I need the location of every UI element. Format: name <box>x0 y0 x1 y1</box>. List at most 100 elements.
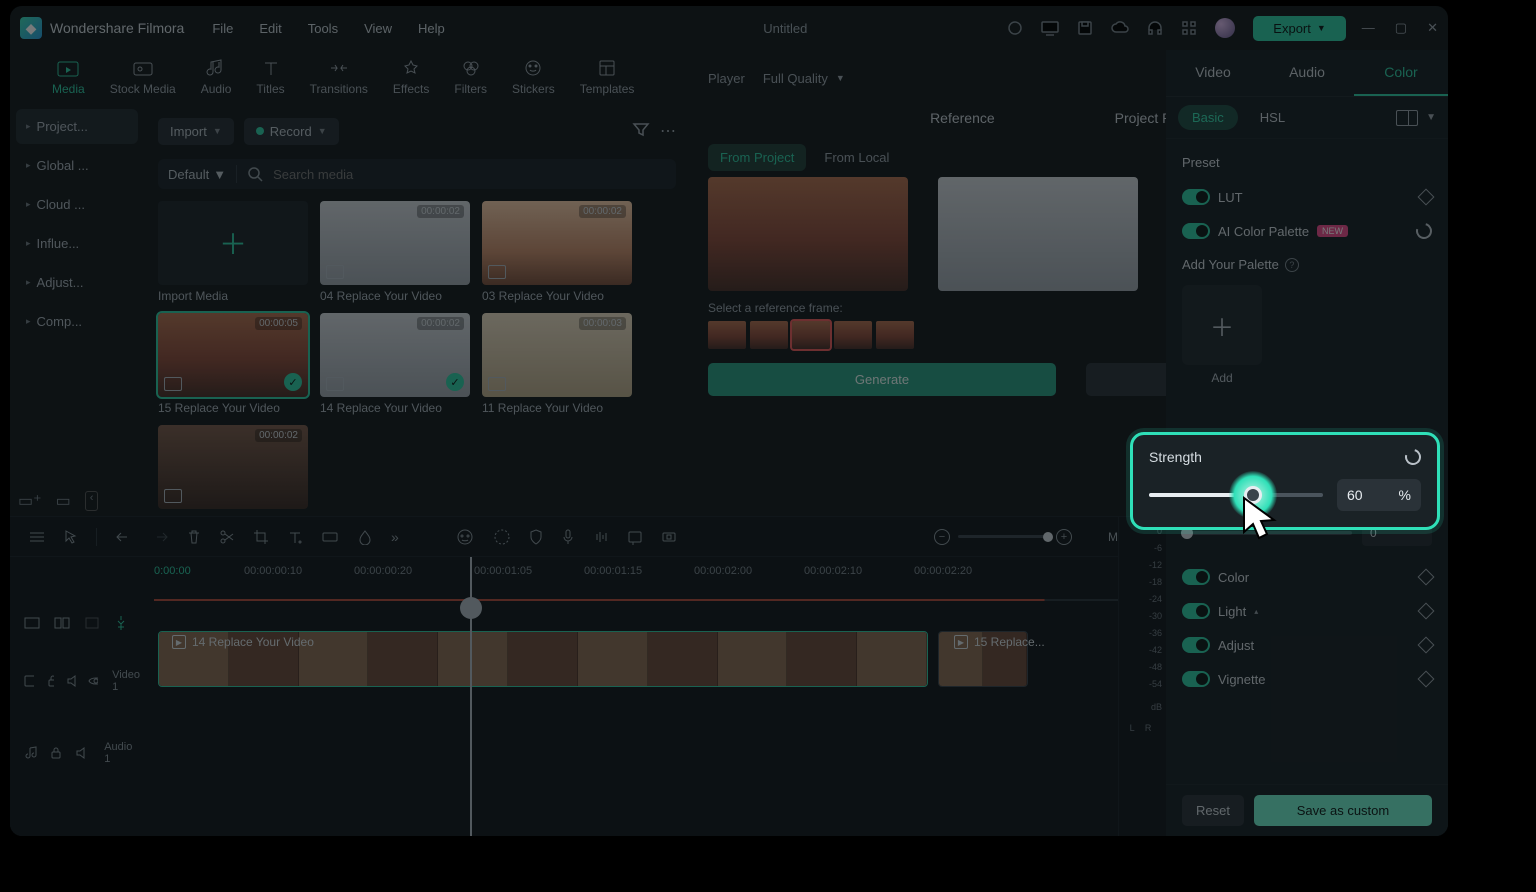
mic-icon[interactable] <box>561 528 575 546</box>
lock-icon[interactable] <box>46 674 55 688</box>
inspector-tab-color[interactable]: Color <box>1354 50 1448 96</box>
quality-dropdown[interactable]: Full Quality▼ <box>763 71 845 86</box>
ai-face-icon[interactable] <box>455 528 475 546</box>
split-icon[interactable] <box>219 529 235 545</box>
zoom-slider[interactable] <box>958 535 1048 538</box>
tree-global[interactable]: ▸Global ... <box>16 148 138 183</box>
tab-transitions[interactable]: Transitions <box>298 54 380 100</box>
visibility-icon[interactable] <box>88 675 98 687</box>
playhead[interactable] <box>470 557 472 836</box>
more-icon[interactable]: ⋯ <box>660 121 676 141</box>
new-bin-icon[interactable]: ▭ <box>56 491 71 511</box>
media-clip[interactable]: 00:00:02 <box>158 425 308 509</box>
frame-thumb[interactable] <box>750 321 788 349</box>
apps-icon[interactable] <box>1181 20 1197 36</box>
from-local-tab[interactable]: From Local <box>812 144 901 171</box>
minimize-icon[interactable]: — <box>1362 20 1375 36</box>
speed-icon[interactable] <box>321 530 339 544</box>
reset-button[interactable]: Reset <box>1182 795 1244 826</box>
color-subtab-hsl[interactable]: HSL <box>1246 105 1299 130</box>
tree-cloud[interactable]: ▸Cloud ... <box>16 187 138 222</box>
add-palette-button[interactable]: ＋ <box>1182 285 1262 365</box>
color-icon[interactable] <box>357 529 373 545</box>
video-track-row[interactable]: ▶14 Replace Your Video ▶15 Replace... <box>154 625 1166 697</box>
tree-influencer[interactable]: ▸Influe... <box>16 226 138 261</box>
tab-effects[interactable]: Effects <box>381 54 441 100</box>
menu-help[interactable]: Help <box>418 21 445 36</box>
close-icon[interactable]: ✕ <box>1427 20 1438 36</box>
mute-video-icon[interactable] <box>66 674 76 688</box>
frame-thumb[interactable] <box>708 321 746 349</box>
menu-file[interactable]: File <box>212 21 233 36</box>
shield-icon[interactable] <box>529 528 543 546</box>
strength-value[interactable]: 60% <box>1337 479 1421 511</box>
tab-audio[interactable]: Audio <box>189 54 244 100</box>
color-keyframe-icon[interactable] <box>1418 569 1435 586</box>
media-clip[interactable]: 00:00:02 <box>482 201 632 285</box>
info-icon[interactable]: ? <box>1285 258 1299 272</box>
more-tools-icon[interactable]: » <box>391 529 399 545</box>
record-dropdown[interactable]: Record▼ <box>244 118 339 145</box>
inspector-tab-audio[interactable]: Audio <box>1260 50 1354 96</box>
monitor-icon[interactable] <box>1041 20 1059 36</box>
tab-stock-media[interactable]: Stock Media <box>98 54 188 100</box>
search-input[interactable] <box>273 167 666 182</box>
save-as-custom-button[interactable]: Save as custom <box>1254 795 1432 826</box>
generate-button[interactable]: Generate <box>708 363 1056 396</box>
ai-color-reset-icon[interactable] <box>1413 220 1435 242</box>
color-subtab-basic[interactable]: Basic <box>1178 105 1238 130</box>
tree-adjust[interactable]: ▸Adjust... <box>16 265 138 300</box>
frame-thumb-selected[interactable] <box>792 321 830 349</box>
media-clip[interactable]: 00:00:03 <box>482 313 632 397</box>
frame-thumb[interactable] <box>834 321 872 349</box>
tab-filters[interactable]: Filters <box>442 54 499 100</box>
mute-audio-icon[interactable] <box>75 746 90 760</box>
headphones-icon[interactable] <box>1147 20 1163 36</box>
timeline-options-icon[interactable] <box>28 529 46 545</box>
vignette-section-toggle[interactable] <box>1182 671 1210 687</box>
strength-reset-icon[interactable] <box>1402 446 1424 468</box>
save-icon[interactable] <box>1077 20 1093 36</box>
ai-color-toggle[interactable] <box>1182 223 1210 239</box>
tab-media[interactable]: Media <box>40 54 97 100</box>
collapse-tree-icon[interactable]: ‹ <box>85 491 99 511</box>
import-dropdown[interactable]: Import▼ <box>158 118 234 145</box>
pointer-icon[interactable] <box>64 529 78 545</box>
track-magnetic-icon[interactable] <box>84 616 100 630</box>
cloud-icon[interactable] <box>1111 21 1129 35</box>
marker-icon[interactable] <box>627 529 643 545</box>
tree-project[interactable]: ▸Project... <box>16 109 138 144</box>
frame-thumb[interactable] <box>876 321 914 349</box>
zoom-out-icon[interactable]: − <box>934 529 950 545</box>
crop-icon[interactable] <box>253 529 269 545</box>
import-media-button[interactable]: ＋ <box>158 201 308 285</box>
compare-view-icon[interactable] <box>1396 110 1418 126</box>
text-icon[interactable] <box>287 529 303 545</box>
vignette-keyframe-icon[interactable] <box>1418 671 1435 688</box>
menu-tools[interactable]: Tools <box>308 21 338 36</box>
lut-toggle[interactable] <box>1182 189 1210 205</box>
media-clip[interactable]: 00:00:02✓ <box>320 313 470 397</box>
snap-icon[interactable] <box>114 615 128 631</box>
strength-slider[interactable] <box>1149 493 1323 497</box>
audio-sync-icon[interactable] <box>593 529 609 545</box>
timeline-ruler[interactable]: 0:00:00 00:00:00:10 00:00:00:20 00:00:01… <box>154 557 1166 601</box>
maximize-icon[interactable]: ▢ <box>1395 20 1407 36</box>
light-section-toggle[interactable] <box>1182 603 1210 619</box>
undo-icon[interactable] <box>115 530 133 544</box>
media-clip[interactable]: 00:00:02 <box>320 201 470 285</box>
menu-view[interactable]: View <box>364 21 392 36</box>
tab-templates[interactable]: Templates <box>568 54 647 100</box>
track-view-icon[interactable] <box>24 616 40 630</box>
tab-stickers[interactable]: Stickers <box>500 54 567 100</box>
export-button[interactable]: Export▼ <box>1253 16 1346 41</box>
filter-icon[interactable] <box>632 121 650 142</box>
delete-icon[interactable] <box>187 529 201 545</box>
tab-titles[interactable]: Titles <box>244 54 296 100</box>
sort-dropdown[interactable]: Default▼ <box>168 167 226 182</box>
from-project-tab[interactable]: From Project <box>708 144 806 171</box>
color-section-toggle[interactable] <box>1182 569 1210 585</box>
new-folder-icon[interactable]: ▭⁺ <box>18 491 42 511</box>
menu-edit[interactable]: Edit <box>259 21 281 36</box>
keyframe-icon[interactable] <box>661 529 677 545</box>
